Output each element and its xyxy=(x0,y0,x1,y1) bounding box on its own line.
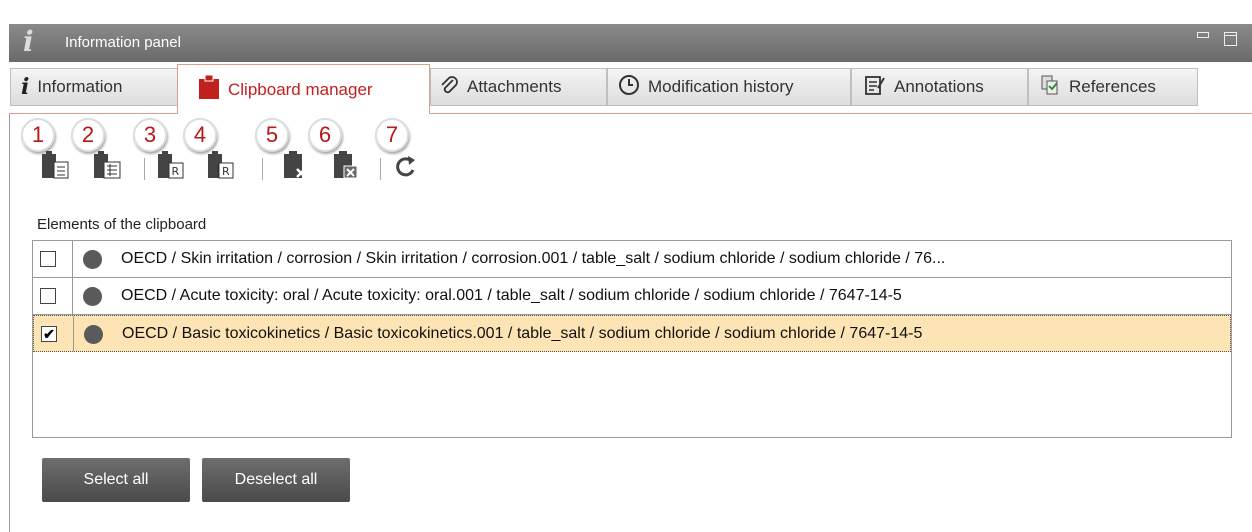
item-checkbox[interactable] xyxy=(40,288,56,304)
tab-clipboard-manager[interactable]: Clipboard manager xyxy=(177,64,430,114)
paste-all-references-icon[interactable]: R xyxy=(206,142,238,182)
panel-titlebar: i Information panel xyxy=(9,24,1252,62)
references-icon xyxy=(1039,74,1061,101)
info-icon: i xyxy=(23,25,34,58)
copy-to-clipboard-icon[interactable] xyxy=(40,142,72,182)
tab-references[interactable]: References xyxy=(1028,68,1198,106)
svg-text:R: R xyxy=(172,165,180,178)
paste-reference-icon[interactable]: R xyxy=(156,142,188,182)
toolbar-separator xyxy=(380,158,381,180)
clipboard-toolbar: 1 2 3 4 5 6 7 R R xyxy=(18,118,518,190)
item-label: OECD / Skin irritation / corrosion / Ski… xyxy=(121,250,946,267)
minimize-icon[interactable] xyxy=(1197,32,1209,38)
remove-from-clipboard-icon[interactable] xyxy=(280,142,312,182)
clock-icon xyxy=(618,74,640,101)
panel-title: Information panel xyxy=(65,34,181,51)
tab-label: Clipboard manager xyxy=(228,79,373,99)
checkbox-cell xyxy=(33,278,73,314)
deselect-all-button[interactable]: Deselect all xyxy=(202,458,350,502)
tab-bar: i Information Clipboard manager Attachme… xyxy=(9,62,1252,114)
clipboard-section-label: Elements of the clipboard xyxy=(37,216,207,233)
tab-information[interactable]: i Information xyxy=(10,68,178,106)
list-item[interactable]: OECD / Skin irritation / corrosion / Ski… xyxy=(33,241,1231,278)
annotation-icon xyxy=(864,74,886,101)
item-checkbox-checked[interactable]: ✔ xyxy=(41,326,57,342)
svg-text:R: R xyxy=(222,165,230,178)
tab-label: References xyxy=(1069,77,1156,96)
copy-all-to-clipboard-icon[interactable] xyxy=(92,142,124,182)
status-dot-icon xyxy=(83,287,102,306)
refresh-icon[interactable] xyxy=(390,142,422,182)
toolbar-separator xyxy=(144,158,145,180)
select-all-button[interactable]: Select all xyxy=(42,458,190,502)
item-checkbox[interactable] xyxy=(40,251,56,267)
clipboard-icon xyxy=(198,74,220,105)
information-panel: i Information panel i Information Clipbo… xyxy=(0,0,1252,532)
status-dot-icon xyxy=(84,325,103,344)
tab-attachments[interactable]: Attachments xyxy=(430,68,607,106)
tab-label: Information xyxy=(37,77,123,96)
tab-label: Modification history xyxy=(648,77,794,96)
list-item[interactable]: OECD / Acute toxicity: oral / Acute toxi… xyxy=(33,278,1231,315)
info-icon: i xyxy=(21,74,30,100)
tab-label: Attachments xyxy=(467,77,562,96)
tab-annotations[interactable]: Annotations xyxy=(851,68,1028,106)
tab-label: Annotations xyxy=(894,77,984,96)
clipboard-list[interactable]: OECD / Skin irritation / corrosion / Ski… xyxy=(32,240,1232,438)
paperclip-icon xyxy=(439,74,459,101)
item-label: OECD / Acute toxicity: oral / Acute toxi… xyxy=(121,287,902,304)
checkbox-cell xyxy=(33,241,73,277)
checkbox-cell: ✔ xyxy=(34,316,74,351)
list-item-selected[interactable]: ✔ OECD / Basic toxicokinetics / Basic to… xyxy=(33,315,1231,352)
clear-clipboard-icon[interactable] xyxy=(330,142,362,182)
tab-modification-history[interactable]: Modification history xyxy=(607,68,851,106)
maximize-icon[interactable] xyxy=(1224,32,1237,46)
toolbar-separator xyxy=(262,158,263,180)
status-dot-icon xyxy=(83,250,102,269)
item-label: OECD / Basic toxicokinetics / Basic toxi… xyxy=(122,325,923,342)
